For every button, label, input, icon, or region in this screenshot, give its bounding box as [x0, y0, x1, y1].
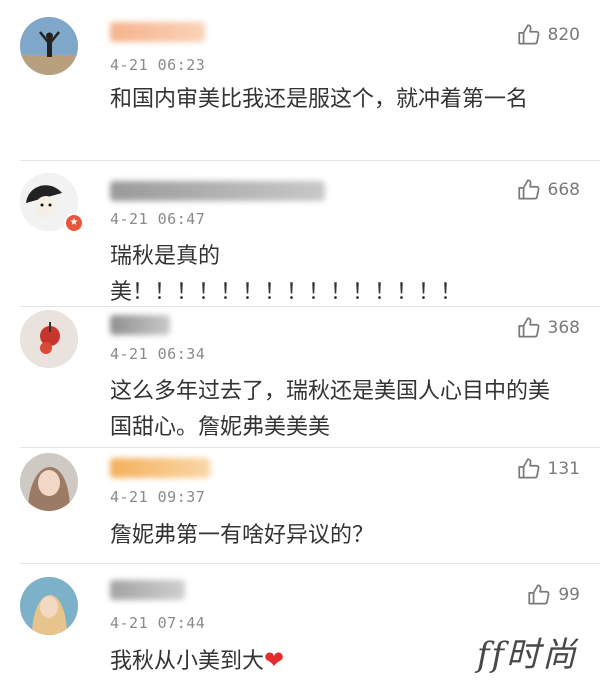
- like-button[interactable]: 131: [516, 456, 580, 482]
- thumbs-up-icon: [526, 582, 552, 608]
- timestamp: 4-21 06:23: [110, 56, 206, 74]
- comment-text: 詹妮弗第一有啥好异议的？: [110, 523, 375, 548]
- username-blurred[interactable]: [110, 315, 170, 335]
- timestamp: 4-21 09:37: [110, 488, 206, 506]
- comment-item: 4-21 06:23 820 和国内审美比我还是服这个，就冲着第一名: [0, 0, 600, 160]
- like-count: 820: [547, 25, 580, 45]
- comment-item: ★ 4-21 06:47 668 瑞秋是真的美！！！！！！！！！！！！！！！: [0, 161, 600, 306]
- timestamp: 4-21 06:47: [110, 210, 206, 228]
- timestamp: 4-21 06:34: [110, 345, 206, 363]
- avatar[interactable]: [20, 577, 78, 635]
- heart-icon: ❤: [264, 646, 285, 674]
- like-count: 99: [558, 585, 580, 605]
- thumbs-up-icon: [516, 456, 542, 482]
- comment-list: 4-21 06:23 820 和国内审美比我还是服这个，就冲着第一名 ★ 4-2…: [0, 0, 600, 690]
- thumbs-up-icon: [516, 177, 542, 203]
- like-button[interactable]: 368: [516, 315, 580, 341]
- like-button[interactable]: 668: [516, 177, 580, 203]
- brand-watermark: ff时尚: [476, 635, 578, 675]
- comment-text: 这么多年过去了，瑞秋还是美国人心目中的美国甜心。詹妮弗美美美: [110, 379, 551, 440]
- like-button[interactable]: 820: [516, 22, 580, 48]
- thumbs-up-icon: [516, 315, 542, 341]
- comment-text: 瑞秋是真的美！！！！！！！！！！！！！！！: [110, 244, 463, 305]
- username-blurred[interactable]: [110, 580, 185, 600]
- like-count: 368: [547, 318, 580, 338]
- comment-text-content: 我秋从小美到大: [110, 649, 265, 674]
- timestamp: 4-21 07:44: [110, 614, 206, 632]
- comment-item: 4-21 06:34 368 这么多年过去了，瑞秋还是美国人心目中的美国甜心。詹…: [0, 307, 600, 447]
- like-count: 131: [547, 459, 580, 479]
- like-count: 668: [547, 180, 580, 200]
- comment-item: 4-21 09:37 131 詹妮弗第一有啥好异议的？: [0, 448, 600, 563]
- comment-text: 我秋从小美到大❤: [110, 642, 410, 680]
- username-blurred[interactable]: [110, 458, 210, 478]
- avatar[interactable]: [20, 17, 78, 75]
- vip-badge-icon: ★: [64, 213, 84, 233]
- username-blurred[interactable]: [110, 22, 205, 42]
- comment-text: 和国内审美比我还是服这个，就冲着第一名: [110, 87, 529, 112]
- avatar[interactable]: [20, 310, 78, 368]
- thumbs-up-icon: [516, 22, 542, 48]
- username-blurred[interactable]: [110, 181, 325, 201]
- like-button[interactable]: 99: [526, 582, 580, 608]
- avatar[interactable]: [20, 453, 78, 511]
